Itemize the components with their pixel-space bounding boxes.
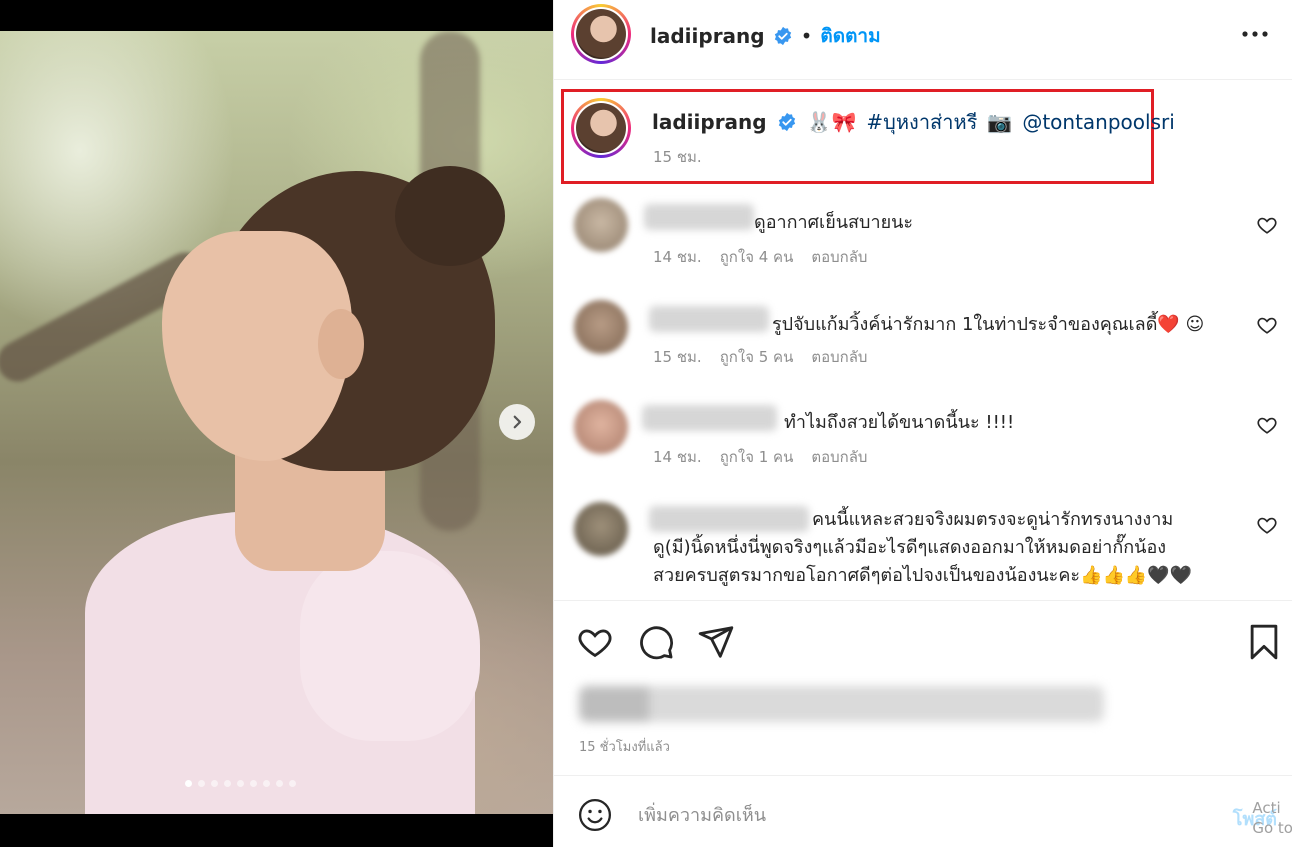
caption-timestamp: 15 ชม.	[653, 148, 702, 166]
comment-text-line1: คนนี้แหละสวยจริงผมตรงจะดูน่ารักทรงนางงาม	[812, 509, 1174, 530]
carousel-dot	[276, 780, 283, 787]
comment-meta: 15 ชม. ถูกใจ 5 คน ตอบกลับ	[653, 345, 867, 369]
comment-text: รูปจับแก้มวิ้งค์น่ารักมาก 1ในท่าประจำของ…	[772, 314, 1205, 335]
comment-likes[interactable]: ถูกใจ 5 คน	[720, 345, 794, 369]
comment-likes[interactable]: ถูกใจ 1 คน	[720, 445, 794, 469]
more-icon	[1242, 31, 1268, 37]
activate-windows-watermark: Acti Go to	[1252, 798, 1292, 838]
comment-icon[interactable]	[637, 623, 675, 661]
carousel-dot	[224, 780, 231, 787]
commenter-name-blurred[interactable]	[642, 405, 777, 431]
commenter-avatar[interactable]	[574, 502, 628, 556]
heart-icon[interactable]	[1256, 514, 1278, 536]
comment-likes[interactable]: ถูกใจ 4 คน	[720, 245, 794, 269]
commenter-name-blurred[interactable]	[644, 204, 754, 230]
comment-input[interactable]	[638, 800, 1198, 830]
carousel-dot	[250, 780, 257, 787]
watermark-line2: Go to	[1252, 819, 1292, 837]
camera-emoji: 📷	[987, 110, 1013, 134]
commenter-name-blurred[interactable]	[649, 306, 769, 332]
comment-text: ทำไมถึงสวยได้ขนาดนี้นะ !!!!	[784, 412, 1015, 433]
chevron-right-icon	[513, 415, 522, 429]
caption-mention[interactable]: @tontanpoolsri	[1022, 110, 1174, 134]
carousel-next-button[interactable]	[499, 404, 535, 440]
instagram-post-view: ladiiprang • ติดตาม ladiiprang 🐰🎀 #บุหงา…	[0, 0, 1292, 847]
commenter-avatar[interactable]	[574, 300, 628, 354]
comment-text-line3: สวยครบสูตรมากขอโอกาศดีๆต่อไปจงเป็นของน้อ…	[653, 565, 1193, 586]
heart-icon[interactable]	[1256, 314, 1278, 336]
author-avatar[interactable]	[571, 4, 631, 64]
carousel-dot	[211, 780, 218, 787]
caption: ladiiprang 🐰🎀 #บุหงาส่าหรี 📷 @tontanpool…	[652, 106, 1175, 138]
heart-icon[interactable]	[576, 623, 614, 661]
caption-username[interactable]: ladiiprang	[652, 110, 767, 134]
post-actions: 15 ชั่วโมงที่แล้ว	[554, 600, 1292, 776]
verified-badge-icon	[773, 26, 793, 46]
comment-meta: 14 ชม. ถูกใจ 4 คน ตอบกลับ	[653, 245, 867, 269]
commenter-name-blurred[interactable]	[649, 506, 809, 532]
bookmark-icon[interactable]	[1245, 623, 1283, 661]
commenter-avatar[interactable]	[574, 198, 628, 252]
comment-meta: 14 ชม. ถูกใจ 1 คน ตอบกลับ	[653, 445, 867, 469]
carousel-dot	[263, 780, 270, 787]
carousel-dot	[289, 780, 296, 787]
post-details-panel: ladiiprang • ติดตาม ladiiprang 🐰🎀 #บุหงา…	[553, 0, 1292, 847]
commenter-avatar[interactable]	[574, 400, 628, 454]
post-photo	[0, 31, 553, 814]
reply-button[interactable]: ตอบกลับ	[811, 345, 867, 369]
comment-composer: โพสต์ Acti Go to	[554, 776, 1292, 847]
comment-time: 15 ชม.	[653, 348, 702, 366]
comment-text-line2: ดู(มี)นิ้ดหนึ่งนี่พูดจริงๆแล้วมีอะไรดีๆแ…	[653, 537, 1167, 558]
heart-icon[interactable]	[1256, 214, 1278, 236]
more-options-button[interactable]	[1235, 18, 1275, 50]
caption-emoji: 🐰🎀	[806, 110, 857, 134]
comment-time: 14 ชม.	[653, 248, 702, 266]
verified-badge-icon	[777, 112, 797, 132]
media-panel	[0, 0, 553, 847]
carousel-dot	[198, 780, 205, 787]
caption-hashtag[interactable]: #บุหงาส่าหรี	[866, 106, 977, 138]
watermark-line1: Acti	[1252, 799, 1281, 817]
share-icon[interactable]	[697, 623, 735, 661]
post-header: ladiiprang • ติดตาม	[554, 0, 1292, 80]
heart-icon[interactable]	[1256, 414, 1278, 436]
separator-dot: •	[800, 24, 813, 48]
author-username[interactable]: ladiiprang	[650, 24, 765, 48]
carousel-dot	[237, 780, 244, 787]
comment-text: ดูอากาศเย็นสบายนะ	[754, 212, 914, 233]
caption-author-avatar[interactable]	[571, 98, 631, 158]
comment-time: 14 ชม.	[653, 448, 702, 466]
post-timestamp: 15 ชั่วโมงที่แล้ว	[579, 740, 670, 755]
comments-list[interactable]: ดูอากาศเย็นสบายนะ 14 ชม. ถูกใจ 4 คน ตอบก…	[554, 190, 1292, 600]
reply-button[interactable]: ตอบกลับ	[811, 445, 867, 469]
carousel-indicators	[0, 780, 517, 787]
follow-button[interactable]: ติดตาม	[820, 21, 880, 51]
reply-button[interactable]: ตอบกลับ	[811, 245, 867, 269]
liked-by-blurred[interactable]	[579, 686, 1104, 722]
emoji-icon[interactable]	[578, 798, 612, 832]
carousel-dot	[185, 780, 192, 787]
